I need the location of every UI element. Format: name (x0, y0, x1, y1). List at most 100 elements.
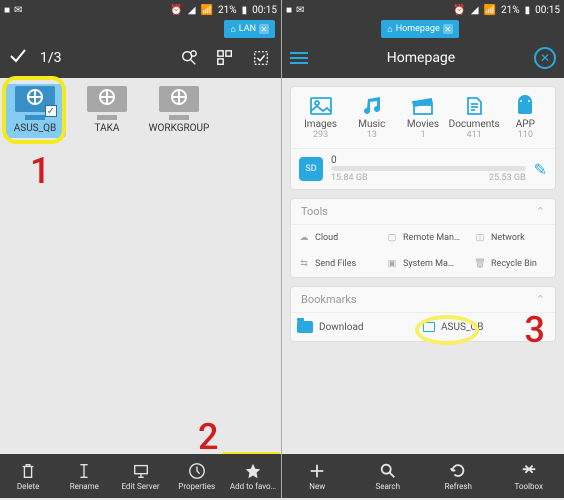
battery-pct: 21% (501, 5, 520, 16)
view-icon[interactable] (213, 46, 237, 70)
status-bar: ■ ✉ ⏰ ◢ 📶 21% ▮ 00:15 (0, 0, 281, 20)
toolbar-label: Toolbox (515, 482, 543, 491)
tools-card: Tools ⌃ ☁ Cloud ▢Remote Man… ◫ Network ⇆Se… (290, 198, 556, 278)
storage-row[interactable]: SD 0 15.84 GB25.53 GB ✎ (291, 148, 555, 189)
properties-button[interactable]: Properties (169, 454, 225, 498)
page-title: Homepage (387, 50, 455, 66)
tool-send[interactable]: ⇆Send Files (291, 251, 379, 277)
folder-icon (297, 321, 313, 333)
trash-icon: 🗑 (473, 259, 487, 269)
battery-pct: 21% (218, 5, 237, 16)
toolbar-label: Properties (178, 482, 215, 491)
home-icon: ⌂ (387, 24, 392, 35)
sd-icon: SD (299, 157, 323, 181)
tool-recycle[interactable]: 🗑 Recycle Bin (467, 251, 555, 277)
cat-label: Images (304, 119, 337, 130)
new-button[interactable]: New (282, 454, 353, 498)
status-bar: ■ ✉ ⏰ ◢ 📶 21% ▮ 00:15 (282, 0, 564, 20)
select-all-icon[interactable] (249, 46, 273, 70)
tool-cloud[interactable]: ☁ Cloud (291, 225, 379, 251)
grid-item-taka[interactable]: TAKA (76, 84, 138, 138)
rename-button[interactable]: Rename (56, 454, 112, 498)
notify-icon: ✉ (14, 5, 22, 16)
add-favorite-button[interactable]: Add to favo… (225, 454, 281, 498)
annotation-1: 1 (30, 150, 50, 192)
crumb-lan[interactable]: ⌂ LAN ✕ (224, 20, 275, 38)
signal-icon: 📶 (484, 5, 496, 16)
tool-label: Send Files (315, 259, 356, 269)
computer-icon (85, 86, 129, 120)
chevron-up-icon: ⌃ (536, 205, 545, 218)
breadcrumb: ⌂ Homepage ✕ (282, 20, 564, 38)
bookmarks-card: Bookmarks ⌃ Download ASUS_QB 3 (290, 286, 556, 342)
sd-count: 0 (331, 155, 526, 166)
grid-item-label: WORKGROUP (148, 123, 210, 134)
grid-item-workgroup[interactable]: WORKGROUP (148, 84, 210, 138)
camera-icon: ■ (4, 5, 10, 16)
tool-label: Network (491, 233, 525, 243)
sd-total: 25.53 GB (489, 173, 526, 183)
battery-icon: ▮ (242, 5, 248, 16)
alarm-icon: ⏰ (170, 5, 182, 16)
cloud-icon: ☁ (297, 233, 311, 243)
close-button[interactable]: ✕ (534, 47, 556, 69)
checkbox-icon: ✓ (45, 105, 57, 117)
cat-count: 13 (367, 130, 377, 140)
confirm-selection-button[interactable] (8, 46, 28, 70)
cat-label: Documents (449, 119, 500, 130)
computer-icon: ✓ (13, 86, 57, 120)
grid-item-label: TAKA (76, 123, 138, 134)
section-title: Bookmarks (301, 293, 357, 306)
breadcrumb: ⌂ LAN ✕ (0, 20, 281, 38)
bookmark-label: Download (319, 322, 364, 333)
battery-icon: ▮ (525, 5, 531, 16)
tool-label: Recycle Bin (491, 259, 537, 269)
bookmarks-header[interactable]: Bookmarks ⌃ (291, 287, 555, 313)
toolbox-button[interactable]: Toolbox (494, 454, 564, 498)
tools-header[interactable]: Tools ⌃ (291, 199, 555, 225)
edit-server-button[interactable]: Edit Server (112, 454, 168, 498)
cat-count: 110 (518, 130, 533, 140)
grid-item-asus[interactable]: ✓ ASUS_QB (4, 84, 66, 138)
cat-count: 1 (420, 130, 425, 140)
home-icon: ⌂ (230, 24, 235, 35)
homepage-header: Homepage ✕ (282, 38, 564, 78)
search-icon[interactable] (177, 46, 201, 70)
left-toolbar: Delete Rename Edit Server Properties Add… (0, 454, 281, 498)
cat-music[interactable]: Music 13 (347, 95, 397, 140)
bookmark-asus[interactable]: ASUS_QB (423, 321, 549, 333)
categories-card: Images 293 Music 13 Movies 1 Documents 4… (290, 86, 556, 190)
camera-icon: ■ (286, 5, 292, 16)
chevron-up-icon: ⌃ (536, 293, 545, 306)
crumb-homepage[interactable]: ⌂ Homepage ✕ (381, 20, 458, 38)
tool-label: Cloud (315, 233, 338, 243)
tool-remote[interactable]: ▢Remote Man… (379, 225, 467, 251)
cat-documents[interactable]: Documents 411 (449, 95, 499, 140)
tool-network[interactable]: ◫ Network (467, 225, 555, 251)
section-title: Tools (301, 205, 328, 218)
menu-icon[interactable] (290, 52, 308, 64)
clean-icon[interactable]: ✎ (534, 160, 547, 179)
tool-label: System Ma… (403, 259, 454, 269)
cat-count: 411 (467, 130, 482, 140)
cat-app[interactable]: APP 110 (500, 95, 550, 140)
annotation-2: 2 (198, 416, 218, 458)
search-button[interactable]: Search (353, 454, 424, 498)
cat-movies[interactable]: Movies 1 (398, 95, 448, 140)
crumb-close-icon[interactable]: ✕ (443, 24, 453, 34)
crumb-close-icon[interactable]: ✕ (259, 24, 269, 34)
delete-button[interactable]: Delete (0, 454, 56, 498)
network-grid: ✓ ASUS_QB TAKA WORKGROUP (0, 78, 281, 144)
wifi-icon: ◢ (188, 5, 196, 16)
tool-system[interactable]: ▣System Ma… (379, 251, 467, 277)
remote-icon: ▢ (385, 233, 399, 243)
wifi-icon: ◢ (471, 5, 479, 16)
toolbar-label: New (309, 482, 325, 491)
refresh-button[interactable]: Refresh (423, 454, 494, 498)
bookmark-download[interactable]: Download (297, 321, 423, 333)
crumb-label: Homepage (396, 24, 440, 34)
cat-images[interactable]: Images 293 (296, 95, 346, 140)
signal-icon: 📶 (201, 5, 213, 16)
cat-label: Music (358, 119, 385, 130)
network-icon: ◫ (473, 233, 487, 243)
